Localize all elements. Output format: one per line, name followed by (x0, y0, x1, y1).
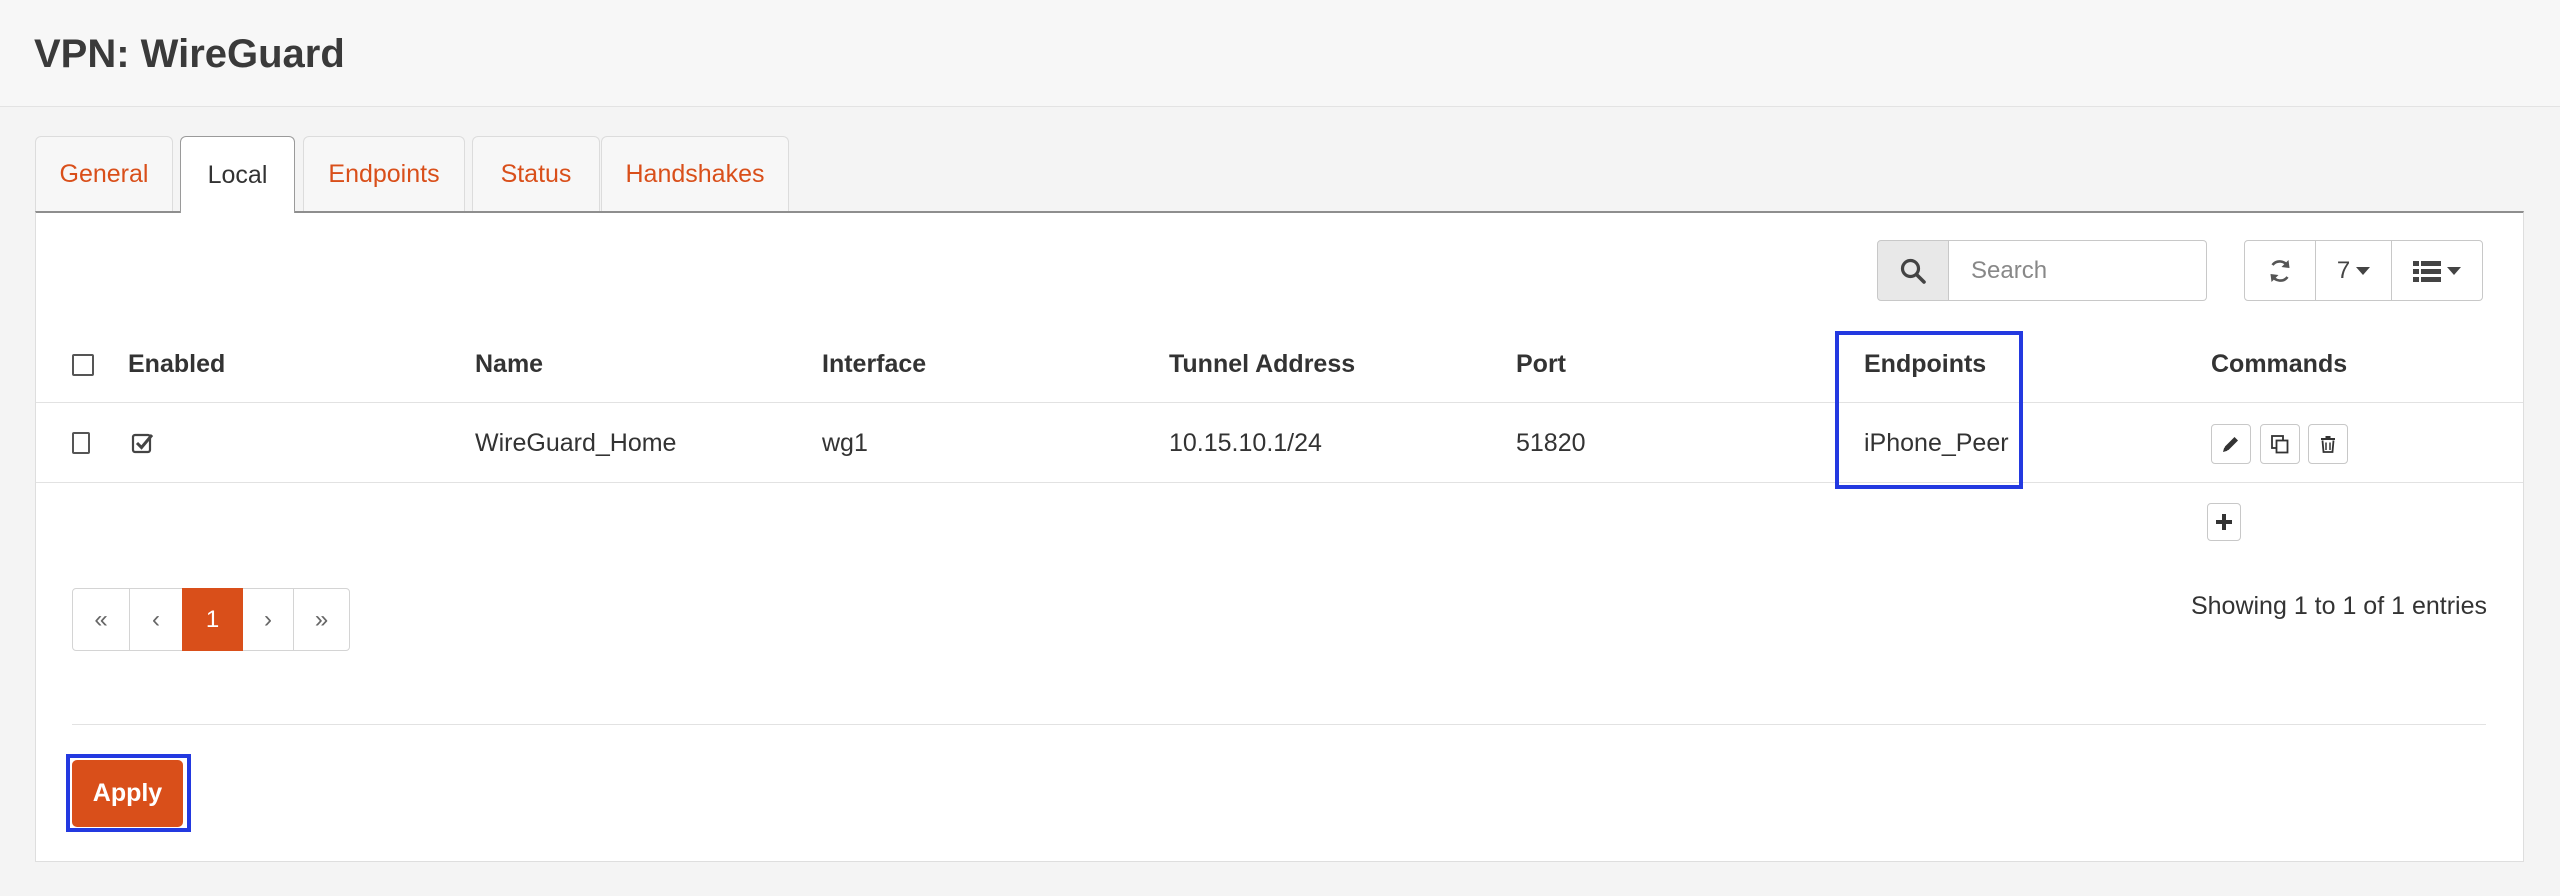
row-select-cell (72, 403, 90, 483)
pagination-prev[interactable]: ‹ (129, 588, 183, 651)
endpoints-highlight-box (1835, 331, 2023, 489)
page-header: VPN: WireGuard (0, 0, 2560, 107)
plus-icon (2216, 514, 2232, 530)
refresh-button[interactable] (2244, 240, 2316, 301)
table-header: Enabled Name Interface Tunnel Address Po… (36, 326, 2523, 403)
divider (72, 724, 2486, 725)
add-button[interactable] (2207, 503, 2241, 541)
list-columns-icon (2413, 260, 2441, 282)
pagination-page-current[interactable]: 1 (182, 588, 243, 651)
rows-per-page-dropdown[interactable]: 7 (2315, 240, 2392, 301)
select-all-cell (72, 326, 94, 403)
pagination-next[interactable]: › (242, 588, 294, 651)
pagination-first[interactable]: « (72, 588, 130, 651)
column-header-tunnel-address[interactable]: Tunnel Address (1169, 326, 1355, 403)
page-title: VPN: WireGuard (34, 32, 345, 76)
edit-icon (2223, 437, 2238, 452)
delete-icon (2321, 436, 2335, 453)
copy-icon (2271, 435, 2289, 454)
table-tools: 7 (2244, 240, 2483, 301)
pagination: « ‹ 1 › » (72, 588, 350, 651)
checked-square-icon[interactable] (131, 431, 155, 455)
refresh-icon (2270, 259, 2290, 282)
column-header-enabled[interactable]: Enabled (128, 326, 225, 403)
content-panel (35, 211, 2524, 862)
row-select-checkbox[interactable] (72, 432, 90, 454)
port-cell: 51820 (1516, 428, 1586, 457)
pagination-last[interactable]: » (293, 588, 350, 651)
chevron-down-icon (2447, 266, 2461, 275)
column-select-dropdown[interactable] (2391, 240, 2483, 301)
delete-button[interactable] (2308, 424, 2348, 464)
edit-button[interactable] (2211, 424, 2251, 464)
tab-endpoints[interactable]: Endpoints (303, 136, 465, 212)
apply-highlight-box (66, 754, 191, 832)
column-header-interface[interactable]: Interface (822, 326, 926, 403)
search-button[interactable] (1877, 240, 1949, 301)
column-header-commands: Commands (2211, 350, 2348, 378)
rows-per-page-value: 7 (2336, 256, 2351, 284)
search-input[interactable] (1949, 240, 2207, 301)
tab-status[interactable]: Status (472, 136, 600, 212)
interface-cell: wg1 (822, 428, 868, 457)
enabled-cell (131, 403, 155, 483)
table-row: WireGuard_Home wg1 10.15.10.1/24 51820 i… (36, 403, 2523, 483)
pagination-info: Showing 1 to 1 of 1 entries (2190, 592, 2487, 620)
search-group (1877, 240, 2207, 301)
tunnel-address-cell: 10.15.10.1/24 (1169, 428, 1322, 457)
search-icon (1900, 258, 1926, 284)
column-header-name[interactable]: Name (475, 326, 543, 403)
copy-button[interactable] (2260, 424, 2300, 464)
tab-local[interactable]: Local (180, 136, 295, 213)
chevron-down-icon (2356, 266, 2371, 275)
tab-handshakes[interactable]: Handshakes (601, 136, 789, 212)
column-header-port[interactable]: Port (1516, 326, 1566, 403)
select-all-checkbox[interactable] (72, 353, 94, 376)
name-cell: WireGuard_Home (475, 428, 677, 457)
tab-general[interactable]: General (35, 136, 173, 212)
